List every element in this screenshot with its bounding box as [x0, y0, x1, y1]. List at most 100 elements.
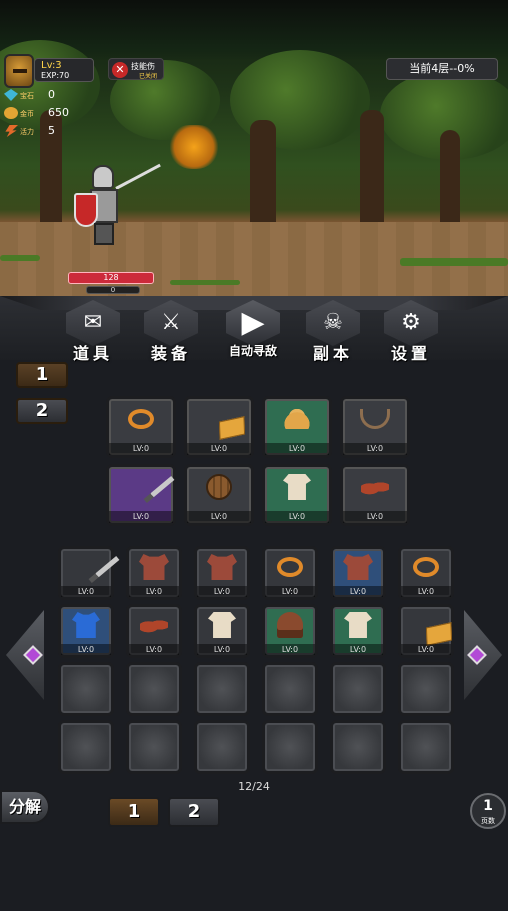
next-page-arrow[interactable] [464, 610, 502, 700]
gem-icon [4, 89, 18, 101]
item-level: LV:0 [333, 586, 383, 597]
equip-set-tab-label: 2 [35, 400, 49, 421]
inventory-slot-empty[interactable] [330, 662, 386, 716]
inventory-slot[interactable]: LV:0 [58, 604, 114, 658]
inventory-slot[interactable]: LV:0 [262, 546, 318, 600]
menu-settings-button[interactable]: ⚙ 设置 [380, 298, 442, 363]
inventory-slot-empty[interactable] [398, 662, 454, 716]
equip-slot-weapon[interactable]: LV:0 [106, 464, 176, 526]
menu-dungeon-button[interactable]: ☠ 副本 [302, 298, 364, 363]
inventory-slot[interactable]: LV:0 [58, 546, 120, 600]
inventory-slot[interactable]: LV:0 [262, 604, 318, 658]
equip-set-tab-2[interactable]: 2 [16, 398, 68, 424]
decompose-label: 分解 [8, 797, 41, 816]
inventory-slot-empty[interactable] [126, 662, 182, 716]
armor-icon [207, 554, 237, 580]
energy-label: 活力 [20, 128, 34, 136]
inventory-slot-empty[interactable] [126, 720, 182, 774]
knight-shield [74, 193, 98, 227]
menu-dungeon-label: 副本 [312, 344, 353, 363]
inventory-slot[interactable]: LV:0 [194, 546, 250, 600]
inventory-slot-empty[interactable] [262, 720, 318, 774]
page-button-1[interactable]: 1 [108, 797, 160, 827]
item-level: LV:0 [343, 443, 407, 455]
skill-damage-toggle[interactable]: ✕ 技能伤 已关闭 [108, 58, 164, 80]
tree-trunk [440, 130, 460, 225]
equip-slot-armor[interactable]: LV:0 [262, 464, 332, 526]
prev-page-arrow[interactable] [6, 610, 44, 700]
player-hp-bar: 128 [68, 272, 154, 284]
menu-settings-label: 设置 [390, 344, 431, 363]
item-level: LV:0 [61, 586, 111, 597]
inventory-slot-empty[interactable] [330, 720, 386, 774]
floor-progress: 当前4层--0% [386, 58, 498, 80]
inventory-slot[interactable]: LV:0 [126, 604, 182, 658]
menu-equipment-label: 装备 [150, 344, 191, 363]
hood-icon [277, 612, 303, 638]
skill-damage-status: 已关闭 [139, 73, 158, 80]
player-avatar[interactable] [4, 54, 34, 88]
level-panel: Lv:3 EXP:70 [34, 58, 94, 82]
level-text: Lv:3 [41, 60, 62, 71]
inventory-slot[interactable]: LV:0 [330, 546, 386, 600]
dragon-icon: ☠ [323, 310, 343, 335]
item-level: LV:0 [401, 586, 451, 597]
energy-icon [5, 125, 18, 137]
knight-sword [115, 163, 161, 190]
decompose-button[interactable]: 分解 [0, 790, 50, 824]
item-level: LV:0 [129, 586, 179, 597]
inventory-slot[interactable]: LV:0 [126, 546, 182, 600]
inventory-slot-empty[interactable] [58, 720, 114, 774]
item-level: LV:0 [109, 511, 173, 523]
equip-set-tab-1[interactable]: 1 [16, 362, 68, 388]
inventory-count: 12/24 [238, 780, 270, 793]
coin-stat: 金币 650 [4, 106, 82, 120]
inventory-slot[interactable]: LV:0 [194, 604, 250, 658]
equip-slot-hat[interactable]: LV:0 [262, 396, 332, 458]
page-indicator[interactable]: 1 页数 [470, 793, 506, 829]
page-indicator-number: 1 [483, 798, 493, 814]
equip-slot-shield[interactable]: LV:0 [184, 464, 254, 526]
grass-patch [0, 255, 40, 261]
page-indicator-label: 页数 [481, 817, 495, 825]
equip-slot-map[interactable]: LV:0 [184, 396, 254, 458]
map-icon [218, 416, 246, 440]
item-level: LV:0 [109, 443, 173, 455]
grass-patch [400, 258, 508, 266]
player-mp-bar: 0 [86, 286, 140, 294]
equip-slot-necklace[interactable]: LV:0 [340, 396, 410, 458]
inventory-slot[interactable]: LV:0 [330, 604, 386, 658]
equip-slot-boots[interactable]: LV:0 [340, 464, 410, 526]
ring-icon [277, 557, 303, 577]
shirt-icon [283, 474, 311, 500]
item-level: LV:0 [333, 644, 383, 655]
exp-text: EXP:70 [41, 71, 70, 80]
necklace-icon [360, 409, 390, 429]
item-level: LV:0 [61, 644, 111, 655]
inventory-slot[interactable]: LV:0 [398, 604, 454, 658]
gear-icon: ⚙ [401, 310, 421, 335]
menu-items-button[interactable]: ✉ 道具 [62, 298, 124, 363]
equip-set-tab-label: 1 [35, 364, 49, 385]
item-level: LV:0 [197, 586, 247, 597]
inventory-slot[interactable]: LV:0 [398, 546, 454, 600]
item-level: LV:0 [265, 443, 329, 455]
item-level: LV:0 [187, 511, 251, 523]
map-icon [425, 622, 453, 646]
equip-slot-ring[interactable]: LV:0 [106, 396, 176, 458]
inventory-slot-empty[interactable] [262, 662, 318, 716]
inventory-slot-empty[interactable] [194, 720, 250, 774]
inventory-slot-empty[interactable] [194, 662, 250, 716]
inventory-slot-empty[interactable] [58, 662, 114, 716]
scroll-icon: ✉ [83, 310, 103, 335]
tree-trunk [250, 120, 276, 225]
page-button-label: 2 [187, 801, 201, 822]
sword-icon [143, 476, 175, 503]
energy-value: 5 [48, 124, 55, 137]
page-button-2[interactable]: 2 [168, 797, 220, 827]
menu-auto-battle-button[interactable]: ▶ 自动寻敌 [222, 298, 284, 360]
menu-equipment-button[interactable]: ⚔ 装备 [140, 298, 202, 363]
inventory-slot-empty[interactable] [398, 720, 454, 774]
gem-stat: 宝石 0 [4, 88, 82, 102]
grass-patch [170, 280, 240, 285]
